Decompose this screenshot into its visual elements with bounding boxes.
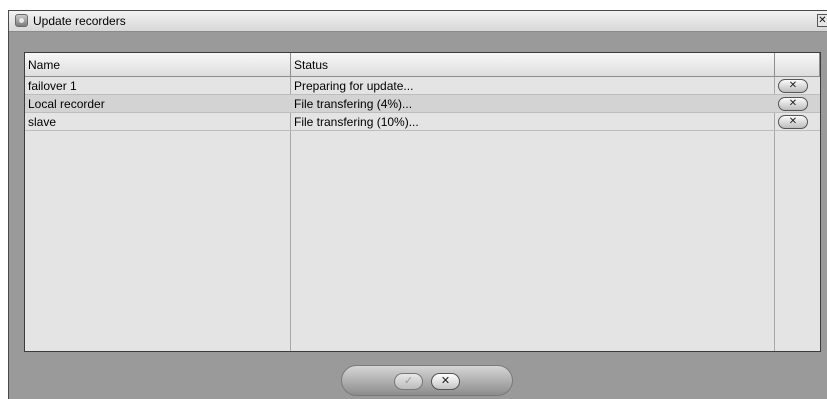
recorder-name: slave xyxy=(28,115,57,129)
cancel-update-button[interactable]: ✕ xyxy=(778,115,808,129)
recorder-status: Preparing for update... xyxy=(294,79,414,93)
recorder-status: File transfering (4%)... xyxy=(294,97,413,111)
dialog-button-bar: ✓ ✕ xyxy=(341,365,513,396)
table-row[interactable]: Local recorder File transfering (4%)... … xyxy=(25,95,820,113)
recorder-name: failover 1 xyxy=(28,79,77,93)
cancel-button[interactable]: ✕ xyxy=(431,373,460,390)
recorder-status: File transfering (10%)... xyxy=(294,115,419,129)
recorder-name: Local recorder xyxy=(28,97,105,111)
cancel-update-button[interactable]: ✕ xyxy=(778,97,808,111)
table-row[interactable]: slave File transfering (10%)... ✕ xyxy=(25,113,820,131)
column-header-actions xyxy=(775,53,820,77)
column-header-name[interactable]: Name xyxy=(25,53,291,77)
recorder-update-icon xyxy=(15,14,28,27)
recorders-table: Name Status failover 1 Preparing for upd… xyxy=(24,52,821,352)
window-title: Update recorders xyxy=(33,14,126,28)
column-header-status[interactable]: Status xyxy=(291,53,775,77)
update-recorders-dialog: Update recorders ✕ Name Status failover … xyxy=(8,10,827,399)
title-bar[interactable]: Update recorders ✕ xyxy=(9,11,827,32)
close-window-button[interactable]: ✕ xyxy=(817,14,827,27)
ok-button[interactable]: ✓ xyxy=(394,373,423,390)
table-row[interactable]: failover 1 Preparing for update... ✕ xyxy=(25,77,820,95)
cancel-update-button[interactable]: ✕ xyxy=(778,79,808,93)
